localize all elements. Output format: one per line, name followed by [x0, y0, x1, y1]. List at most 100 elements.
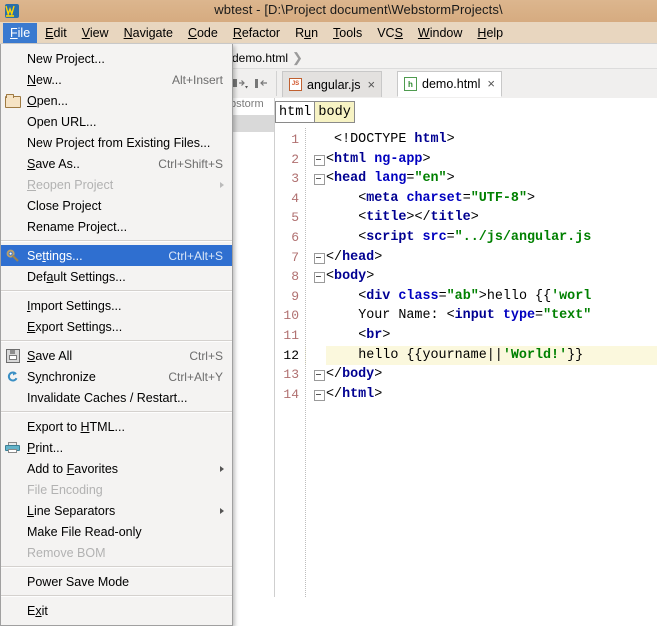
file-menu-item-export-to-html[interactable]: Export to HTML...: [1, 416, 232, 437]
file-menu-item-default-settings[interactable]: Default Settings...: [1, 266, 232, 287]
collapse-all-button[interactable]: [250, 73, 272, 95]
file-menu-item-settings[interactable]: Settings... Ctrl+Alt+S: [1, 245, 232, 266]
breadcrumb-file[interactable]: demo.html: [232, 51, 288, 65]
code-line[interactable]: </html>: [326, 385, 382, 405]
code-line[interactable]: hello {{yourname||'World!'}}: [358, 346, 583, 366]
line-number: 1: [291, 132, 299, 147]
fold-toggle-icon[interactable]: [314, 154, 325, 166]
file-menu-item-import-settings[interactable]: Import Settings...: [1, 295, 232, 316]
code-line[interactable]: <body>: [326, 267, 374, 287]
menu-item-label: Invalidate Caches / Restart...: [27, 390, 188, 405]
file-menu-item-rename-project[interactable]: Rename Project...: [1, 216, 232, 237]
line-number: 9: [291, 288, 299, 304]
code-content[interactable]: <!DOCTYPE html> <html ng-app> <head lang="…: [326, 128, 657, 597]
file-menu-item-close-project[interactable]: Close Project: [1, 195, 232, 216]
menubar-item-file[interactable]: File: [3, 22, 38, 43]
menu-item-label: Export to HTML...: [27, 419, 125, 434]
editor-breadcrumb-body[interactable]: body: [315, 101, 355, 123]
menu-item-label: Settings...: [27, 248, 83, 263]
menu-item-label: Default Settings...: [27, 269, 126, 284]
editor-tab-demo-html[interactable]: h demo.html ×: [397, 71, 502, 97]
file-menu-item-exit[interactable]: Exit: [1, 600, 232, 621]
menu-item-label: Close Project: [27, 198, 102, 213]
project-tree-item-clipped[interactable]: bstorm: [228, 98, 274, 112]
fold-toggle-icon[interactable]: [314, 272, 325, 284]
menu-item-shortcut: Alt+Insert: [171, 72, 223, 87]
fold-toggle-icon[interactable]: [314, 389, 325, 401]
file-menu-item-save-as[interactable]: Save As.. Ctrl+Shift+S: [1, 153, 232, 174]
line-number: 8: [291, 269, 299, 285]
code-line[interactable]: <head lang="en">: [326, 169, 455, 189]
code-line[interactable]: <meta charset="UTF-8">: [358, 189, 535, 209]
window-title: wbtest - [D:\Project document\WebstormPr…: [214, 2, 503, 17]
file-menu-item-new[interactable]: New... Alt+Insert: [1, 69, 232, 90]
project-tool-window[interactable]: bstorm: [228, 98, 275, 597]
code-line[interactable]: </body>: [326, 365, 382, 385]
file-menu-item-open-url[interactable]: Open URL...: [1, 111, 232, 132]
file-menu-item-save-all[interactable]: Save All Ctrl+S: [1, 345, 232, 366]
tab-toolbar: [228, 71, 277, 96]
file-menu-item-new-project[interactable]: New Project...: [1, 48, 232, 69]
submenu-arrow-icon: [220, 465, 224, 472]
file-menu-item-line-separators[interactable]: Line Separators: [1, 500, 232, 521]
line-number: 5: [291, 210, 299, 226]
file-menu-item-make-file-read-only[interactable]: Make File Read-only: [1, 521, 232, 542]
file-menu-popup[interactable]: New Project... New... Alt+Insert Open... Ope…: [0, 44, 233, 626]
code-folding-column[interactable]: [306, 128, 326, 597]
menu-item-shortcut: Ctrl+Shift+S: [158, 156, 223, 171]
file-menu-item-synchronize[interactable]: Synchronize Ctrl+Alt+Y: [1, 366, 232, 387]
file-menu-item-add-to-favorites[interactable]: Add to Favorites: [1, 458, 232, 479]
menu-item-label: Power Save Mode: [27, 574, 130, 589]
menu-item-label: Add to Favorites: [27, 461, 119, 476]
code-line[interactable]: <br>: [358, 326, 390, 346]
file-menu-item-export-settings[interactable]: Export Settings...: [1, 316, 232, 337]
fold-toggle-icon[interactable]: [314, 370, 325, 382]
line-number: 3: [291, 171, 299, 187]
file-menu-item-file-encoding: File Encoding: [1, 479, 232, 500]
menubar-item-view[interactable]: View: [75, 23, 116, 43]
code-line[interactable]: <title></title>: [358, 208, 479, 228]
menubar-item-code[interactable]: Code: [181, 23, 225, 43]
line-number: 10: [283, 308, 299, 324]
print-icon: [5, 440, 20, 455]
menubar-item-vcs[interactable]: VCS: [370, 23, 410, 43]
code-line[interactable]: Your Name: <input type="text": [358, 306, 591, 326]
menu-item-label: Save As..: [27, 156, 80, 171]
editor-gutter[interactable]: 1 2 3 4 5 6 7 8 9 10 11 12 13 14: [275, 128, 305, 597]
menu-item-label: New Project from Existing Files...: [27, 135, 211, 150]
file-menu-item-print[interactable]: Print...: [1, 437, 232, 458]
close-icon[interactable]: ×: [487, 77, 495, 90]
menu-item-shortcut: Ctrl+Alt+Y: [168, 369, 223, 384]
file-menu-item-invalidate-caches-restart[interactable]: Invalidate Caches / Restart...: [1, 387, 232, 408]
code-line[interactable]: <div class="ab">hello {{'worl: [358, 287, 591, 307]
menubar-item-edit[interactable]: Edit: [38, 23, 74, 43]
line-number: 13: [283, 367, 299, 383]
file-menu-item-open[interactable]: Open...: [1, 90, 232, 111]
sync-icon: [5, 369, 20, 384]
fold-toggle-icon[interactable]: [314, 252, 325, 264]
menu-item-label: Make File Read-only: [27, 524, 142, 539]
project-tree-selected-row[interactable]: [228, 115, 274, 132]
code-line[interactable]: <!DOCTYPE html>: [334, 130, 455, 150]
fold-toggle-icon[interactable]: [314, 174, 325, 186]
tab-label: demo.html: [422, 77, 481, 91]
menu-item-label: Rename Project...: [27, 219, 128, 234]
file-menu-item-power-save-mode[interactable]: Power Save Mode: [1, 571, 232, 592]
menubar-item-tools[interactable]: Tools: [326, 23, 369, 43]
close-icon[interactable]: ×: [368, 78, 376, 91]
menu-item-label: New...: [27, 72, 62, 87]
window-title-bar: wbtest - [D:\Project document\WebstormPr…: [0, 0, 657, 23]
editor-tab-angular-js[interactable]: JS angular.js ×: [282, 71, 383, 97]
code-line[interactable]: </head>: [326, 248, 382, 268]
code-line[interactable]: <html ng-app>: [326, 150, 431, 170]
file-menu-item-new-project-from-existing-files[interactable]: New Project from Existing Files...: [1, 132, 232, 153]
menubar-item-window[interactable]: Window: [411, 23, 469, 43]
line-number: 4: [291, 190, 299, 206]
breadcrumb[interactable]: demo.html ❯: [232, 50, 307, 66]
menubar-item-help[interactable]: Help: [470, 23, 510, 43]
editor-breadcrumb-html[interactable]: html: [275, 101, 316, 123]
menubar-item-navigate[interactable]: Navigate: [117, 23, 180, 43]
menubar-item-run[interactable]: Run: [288, 23, 325, 43]
code-line[interactable]: <script src="../js/angular.js: [358, 228, 591, 248]
menubar-item-refactor[interactable]: Refactor: [226, 23, 287, 43]
